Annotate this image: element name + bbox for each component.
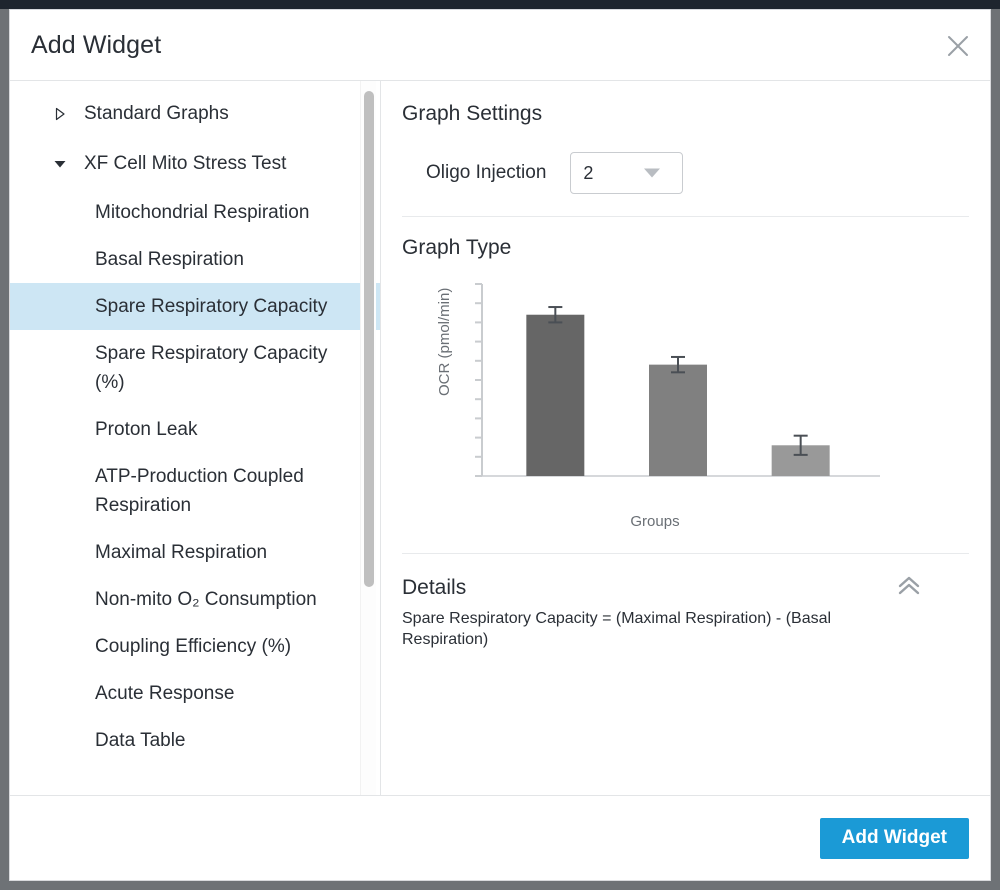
- details-title: Details: [402, 576, 969, 600]
- sidebar-scrollbar-thumb[interactable]: [364, 91, 374, 587]
- sidebar-item-spare-respiratory-capacity[interactable]: Spare Respiratory Capacity: [10, 283, 380, 330]
- graph-settings-title: Graph Settings: [402, 102, 969, 126]
- sidebar-item-atp-production-coupled-respiration[interactable]: ATP-Production Coupled Respiration: [10, 453, 380, 529]
- sidebar-group-label: XF Cell Mito Stress Test: [84, 153, 286, 175]
- dialog-footer: Add Widget: [10, 796, 990, 880]
- graph-type-preview-chart[interactable]: OCR (pmol/min) Groups: [420, 278, 890, 543]
- sidebar-item-non-mito-o2-consumption[interactable]: Non-mito O₂ Consumption: [10, 576, 380, 623]
- oligo-injection-select[interactable]: 2: [570, 152, 683, 194]
- close-icon[interactable]: [940, 28, 976, 64]
- sidebar-item-proton-leak[interactable]: Proton Leak: [10, 406, 380, 453]
- sidebar-item-coupling-efficiency-percent[interactable]: Coupling Efficiency (%): [10, 623, 380, 670]
- sidebar-item-acute-response[interactable]: Acute Response: [10, 670, 380, 717]
- double-chevron-up-icon[interactable]: [894, 570, 924, 600]
- window-top-strip: [0, 0, 1000, 9]
- sidebar-scrollbar[interactable]: [360, 81, 376, 795]
- sidebar-item-basal-respiration[interactable]: Basal Respiration: [10, 236, 380, 283]
- add-widget-dialog: Add Widget Standard Graphs: [9, 9, 991, 881]
- graph-type-section: Graph Type OCR (pmol/min) Groups: [402, 217, 969, 554]
- chart-plot-area: [460, 278, 890, 503]
- sidebar-item-data-table[interactable]: Data Table: [10, 717, 380, 764]
- sidebar-group-standard-graphs[interactable]: Standard Graphs: [10, 89, 380, 139]
- settings-panel: Graph Settings Oligo Injection 2 Graph T…: [381, 81, 990, 795]
- graph-type-title: Graph Type: [402, 236, 969, 260]
- widget-tree: Standard Graphs XF Cell Mito Stress Test…: [10, 81, 380, 795]
- details-description: Spare Respiratory Capacity = (Maximal Re…: [402, 608, 882, 650]
- dialog-body: Standard Graphs XF Cell Mito Stress Test…: [10, 81, 990, 796]
- chevron-down-filled-icon: [52, 156, 68, 172]
- sidebar-group-xf-cell-mito-stress-test[interactable]: XF Cell Mito Stress Test: [10, 139, 380, 189]
- chart-y-axis-label: OCR (pmol/min): [436, 288, 453, 396]
- graph-settings-section: Graph Settings Oligo Injection 2: [402, 81, 969, 217]
- page-title: Add Widget: [31, 31, 161, 60]
- oligo-injection-value: 2: [583, 163, 593, 184]
- oligo-injection-label: Oligo Injection: [426, 162, 546, 184]
- sidebar-item-maximal-respiration[interactable]: Maximal Respiration: [10, 529, 380, 576]
- sidebar-item-mitochondrial-respiration[interactable]: Mitochondrial Respiration: [10, 189, 380, 236]
- dialog-header: Add Widget: [10, 10, 990, 81]
- sidebar-group-label: Standard Graphs: [84, 103, 229, 125]
- chart-x-axis-label: Groups: [420, 513, 890, 530]
- sidebar-item-spare-respiratory-capacity-percent[interactable]: Spare Respiratory Capacity (%): [10, 330, 380, 406]
- add-widget-button[interactable]: Add Widget: [820, 818, 969, 859]
- chevron-down-icon: [644, 169, 660, 178]
- chevron-right-outline-icon: [52, 106, 68, 122]
- oligo-injection-row: Oligo Injection 2: [402, 152, 969, 194]
- widget-tree-panel: Standard Graphs XF Cell Mito Stress Test…: [10, 81, 381, 795]
- details-section: Details Spare Respiratory Capacity = (Ma…: [402, 554, 969, 795]
